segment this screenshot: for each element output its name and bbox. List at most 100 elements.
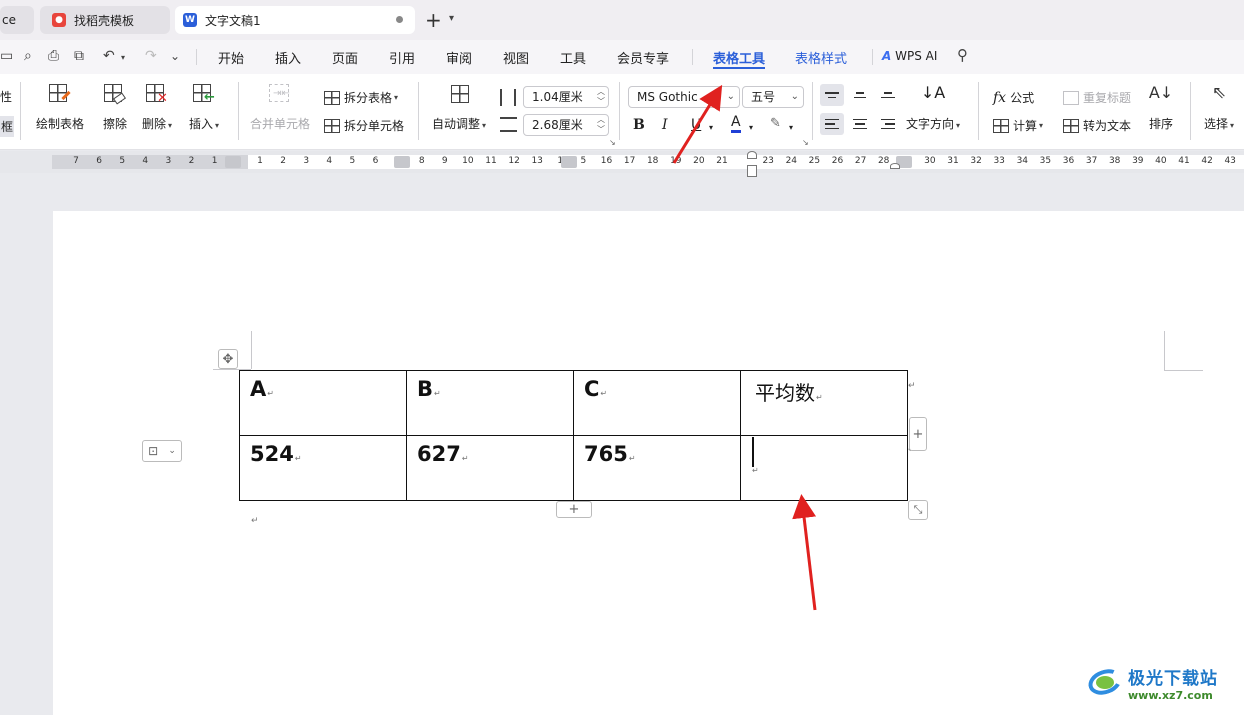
convert-to-text-button[interactable]: 转为文本 (1063, 117, 1131, 134)
chevron-down-icon[interactable]: ▾ (789, 123, 793, 132)
tab-templates[interactable]: ● 找稻壳模板 (40, 6, 170, 34)
undo-icon[interactable]: ↶ (103, 48, 115, 64)
divider (1190, 82, 1191, 140)
ribbon-partial-label[interactable]: 性 (0, 88, 12, 105)
more-chevron-icon[interactable]: ⌄ (170, 49, 180, 63)
text-direction-button[interactable]: ↓A 文字方向 ▾ (906, 82, 960, 132)
dialog-launcher-icon[interactable]: ↘ (802, 138, 809, 147)
horizontal-ruler[interactable]: 7654321123456891011121315161718192021232… (52, 151, 1244, 177)
indent-marker-icon[interactable] (747, 165, 757, 177)
align-middle-button[interactable] (848, 84, 872, 106)
menu-insert[interactable]: 插入 (275, 48, 301, 67)
highlight-icon[interactable]: ✎ (770, 116, 781, 131)
indent-marker-icon[interactable] (747, 151, 757, 159)
insert-label: 插入 ▾ (189, 117, 220, 131)
select-button[interactable]: ⇖ 选择 ▾ (1204, 82, 1234, 132)
table-cell[interactable]: 平均数↵ (740, 370, 908, 436)
menu-table-tools[interactable]: 表格工具 (713, 48, 765, 67)
search-icon[interactable]: ⚲ (957, 46, 968, 64)
spinner-arrows-icon[interactable]: ︿ ﹀ (597, 115, 605, 135)
align-bottom-button[interactable] (876, 84, 900, 106)
menu-home[interactable]: 开始 (218, 48, 244, 67)
chevron-down-icon[interactable]: ▾ (121, 53, 125, 62)
print-preview-icon[interactable]: ⧉ (74, 48, 84, 64)
tab-partial[interactable]: ce (0, 6, 34, 34)
chevron-down-icon[interactable]: ▾ (709, 123, 713, 132)
table-cell[interactable]: 765↵ (573, 435, 741, 501)
unsaved-dot-icon[interactable] (396, 16, 403, 23)
format-painter-icon[interactable]: ⌕ (24, 48, 32, 64)
table-cell[interactable]: B↵ (406, 370, 574, 436)
erase-button[interactable]: 擦除 (102, 82, 128, 132)
menu-page[interactable]: 页面 (332, 48, 358, 67)
tab-document[interactable]: W 文字文稿1 (175, 6, 415, 34)
menu-review[interactable]: 审阅 (446, 48, 472, 67)
sort-button[interactable]: A↓ 排序 (1148, 82, 1174, 132)
row-height-input[interactable]: 1.04厘米 ︿ ﹀ (523, 86, 609, 108)
table-cell[interactable]: A↵ (239, 370, 407, 436)
menu-references[interactable]: 引用 (389, 48, 415, 67)
italic-button[interactable]: I (662, 117, 668, 133)
add-row-button[interactable]: + (556, 501, 592, 518)
ruler-area: 7654321123456891011121315161718192021232… (0, 151, 1244, 177)
split-cells-button[interactable]: 拆分单元格 (324, 117, 404, 134)
ruler-column-marker[interactable] (394, 156, 410, 168)
menu-table-style[interactable]: 表格样式 (795, 48, 847, 67)
col-width-input[interactable]: 2.68厘米 ︿ ﹀ (523, 114, 609, 136)
save-icon[interactable]: ▭ (0, 48, 13, 64)
dialog-launcher-icon[interactable]: ↘ (609, 138, 616, 147)
table-cell[interactable]: 524↵ (239, 435, 407, 501)
table-move-handle-icon[interactable]: ✥ (218, 349, 238, 369)
redo-icon[interactable]: ↷ (145, 48, 157, 64)
data-table[interactable]: A↵ B↵ C↵ 平均数↵ 524↵ 627↵ 765↵ ↵ (239, 370, 908, 501)
align-center-button[interactable] (848, 113, 872, 135)
align-top-button[interactable] (820, 84, 844, 106)
chevron-down-icon: ⌄ (790, 91, 799, 102)
col-width-value: 2.68厘米 (532, 118, 583, 132)
ruler-number: 25 (808, 156, 821, 166)
cell-text: 627 (417, 442, 461, 466)
new-tab-plus-icon[interactable]: + (425, 10, 442, 30)
repeat-header-button[interactable]: 重复标题 (1063, 89, 1131, 106)
auto-fit-icon (446, 82, 472, 106)
tab-bar: ce ● 找稻壳模板 W 文字文稿1 + ▾ (0, 0, 1244, 40)
menu-tools[interactable]: 工具 (560, 48, 586, 67)
table-resize-handle-icon[interactable]: ⤡ (908, 500, 928, 520)
right-indent-marker-icon[interactable] (890, 163, 900, 169)
ruler-column-marker[interactable] (561, 156, 577, 168)
split-table-button[interactable]: 拆分表格 ▾ (324, 89, 398, 106)
text-direction-icon: ↓A (920, 83, 946, 102)
font-color-button[interactable]: A (731, 115, 741, 133)
formula-fx-icon: fx (993, 89, 1007, 106)
chevron-down-icon[interactable]: ▾ (449, 13, 454, 24)
bold-button[interactable]: B (633, 117, 645, 133)
merge-cells-button[interactable]: ⇥⇤ 合并单元格 (250, 82, 310, 132)
delete-button[interactable]: ✕ 删除 ▾ (142, 82, 172, 132)
formula-button[interactable]: fx 公式 (993, 89, 1034, 106)
calculate-button[interactable]: 计算 ▾ (993, 117, 1043, 134)
ribbon-partial-label[interactable]: 框 (0, 116, 15, 137)
ruler-column-marker[interactable] (225, 156, 241, 168)
ruler-number: 5 (119, 156, 126, 166)
align-right-button[interactable] (876, 113, 900, 135)
table-cell[interactable]: C↵ (573, 370, 741, 436)
auto-fit-button[interactable]: 自动调整 ▾ (432, 82, 486, 132)
ruler-number: 31 (947, 156, 959, 166)
align-left-button[interactable] (820, 113, 844, 135)
table-cell-active[interactable]: ↵ (740, 435, 908, 501)
menu-membership[interactable]: 会员专享 (617, 48, 669, 67)
font-name-select[interactable]: MS Gothic ⌄ (628, 86, 740, 108)
underline-button[interactable]: U (691, 117, 701, 133)
insert-button[interactable]: ← 插入 ▾ (189, 82, 219, 132)
add-column-button[interactable]: + (909, 417, 927, 451)
draw-table-button[interactable]: 绘制表格 (36, 82, 84, 132)
chevron-down-icon[interactable]: ▾ (749, 123, 753, 132)
table-cell[interactable]: 627↵ (406, 435, 574, 501)
spinner-arrows-icon[interactable]: ︿ ﹀ (597, 87, 605, 107)
margin-corner-mark (251, 331, 252, 369)
menu-view[interactable]: 视图 (503, 48, 529, 67)
table-options-button[interactable]: ⊡ ⌄ (142, 440, 182, 462)
font-size-select[interactable]: 五号 ⌄ (742, 86, 804, 108)
wps-ai-button[interactable]: A WPS AI (882, 49, 937, 63)
print-icon[interactable]: ⎙ (48, 48, 59, 64)
